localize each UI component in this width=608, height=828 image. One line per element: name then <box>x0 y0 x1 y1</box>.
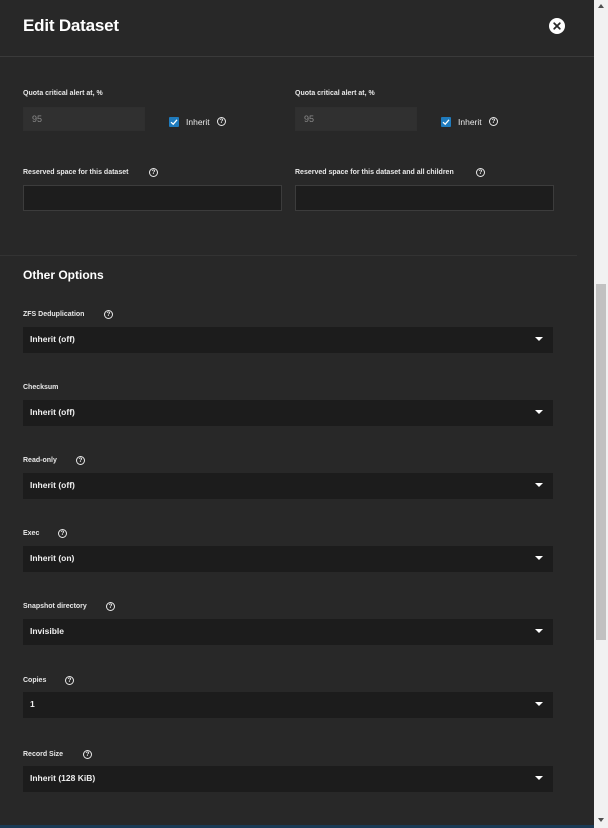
select-value: Inherit (off) <box>30 480 75 490</box>
quota-critical-input-left[interactable]: 95 <box>23 107 145 131</box>
select-value: Invisible <box>30 626 65 636</box>
help-icon[interactable]: ? <box>58 529 67 538</box>
dropdown-arrow-icon <box>535 629 543 633</box>
dropdown-arrow-icon <box>535 410 543 414</box>
help-icon[interactable]: ? <box>76 456 85 465</box>
select-value: Inherit (off) <box>30 407 75 417</box>
inherit-checkbox-left[interactable] <box>169 117 179 127</box>
help-icon[interactable]: ? <box>106 602 115 611</box>
help-icon[interactable]: ? <box>217 117 226 126</box>
dropdown-arrow-icon <box>535 776 543 780</box>
help-icon[interactable]: ? <box>65 676 74 685</box>
close-icon[interactable] <box>549 18 565 34</box>
select-value: 1 <box>30 699 35 709</box>
panel-header: Edit Dataset <box>0 0 594 57</box>
help-icon[interactable]: ? <box>489 117 498 126</box>
scrollbar-thumb[interactable] <box>596 284 606 640</box>
reserved-dataset-input[interactable] <box>23 185 282 211</box>
help-icon[interactable]: ? <box>476 168 485 177</box>
field-label: Snapshot directory <box>23 603 87 610</box>
reserved-children-input[interactable] <box>295 185 554 211</box>
field-label: Copies <box>23 677 47 684</box>
quota-critical-label-left: Quota critical alert at, % <box>23 90 103 97</box>
section-title-other-options: Other Options <box>23 268 104 282</box>
select-value: Inherit (off) <box>30 334 75 344</box>
help-icon[interactable]: ? <box>83 750 92 759</box>
dropdown-arrow-icon <box>535 337 543 341</box>
zfs-deduplication-select[interactable]: Inherit (off) <box>23 327 553 353</box>
section-divider <box>0 255 577 256</box>
dropdown-arrow-icon <box>535 556 543 560</box>
help-icon[interactable]: ? <box>104 310 113 319</box>
checksum-select[interactable]: Inherit (off) <box>23 400 553 426</box>
reserved-children-label: Reserved space for this dataset and all … <box>295 169 454 176</box>
reserved-dataset-label: Reserved space for this dataset <box>23 169 129 176</box>
inherit-label-right: Inherit <box>458 117 482 127</box>
field-label: ZFS Deduplication <box>23 311 85 318</box>
read-only-select[interactable]: Inherit (off) <box>23 473 553 499</box>
record-size-select[interactable]: Inherit (128 KiB) <box>23 766 553 792</box>
scroll-up-arrow-icon[interactable] <box>598 4 604 8</box>
page-title: Edit Dataset <box>23 16 119 35</box>
select-value: Inherit (on) <box>30 553 75 563</box>
edit-dataset-panel: Edit Dataset Quota critical alert at, % … <box>0 0 594 828</box>
copies-select[interactable]: 1 <box>23 692 553 718</box>
quota-critical-label-right: Quota critical alert at, % <box>295 90 375 97</box>
scrollbar[interactable] <box>594 0 608 828</box>
select-value: Inherit (128 KiB) <box>30 773 96 783</box>
help-icon[interactable]: ? <box>149 168 158 177</box>
quota-critical-input-right[interactable]: 95 <box>295 107 417 131</box>
snapshot-directory-select[interactable]: Invisible <box>23 619 553 645</box>
field-label: Checksum <box>23 384 59 391</box>
field-label: Exec <box>23 530 40 537</box>
field-label: Record Size <box>23 751 64 758</box>
scroll-down-arrow-icon[interactable] <box>598 818 604 822</box>
inherit-label-left: Inherit <box>186 117 210 127</box>
dropdown-arrow-icon <box>535 702 543 706</box>
field-label: Read-only <box>23 457 57 464</box>
exec-select[interactable]: Inherit (on) <box>23 546 553 572</box>
inherit-checkbox-right[interactable] <box>441 117 451 127</box>
dropdown-arrow-icon <box>535 483 543 487</box>
